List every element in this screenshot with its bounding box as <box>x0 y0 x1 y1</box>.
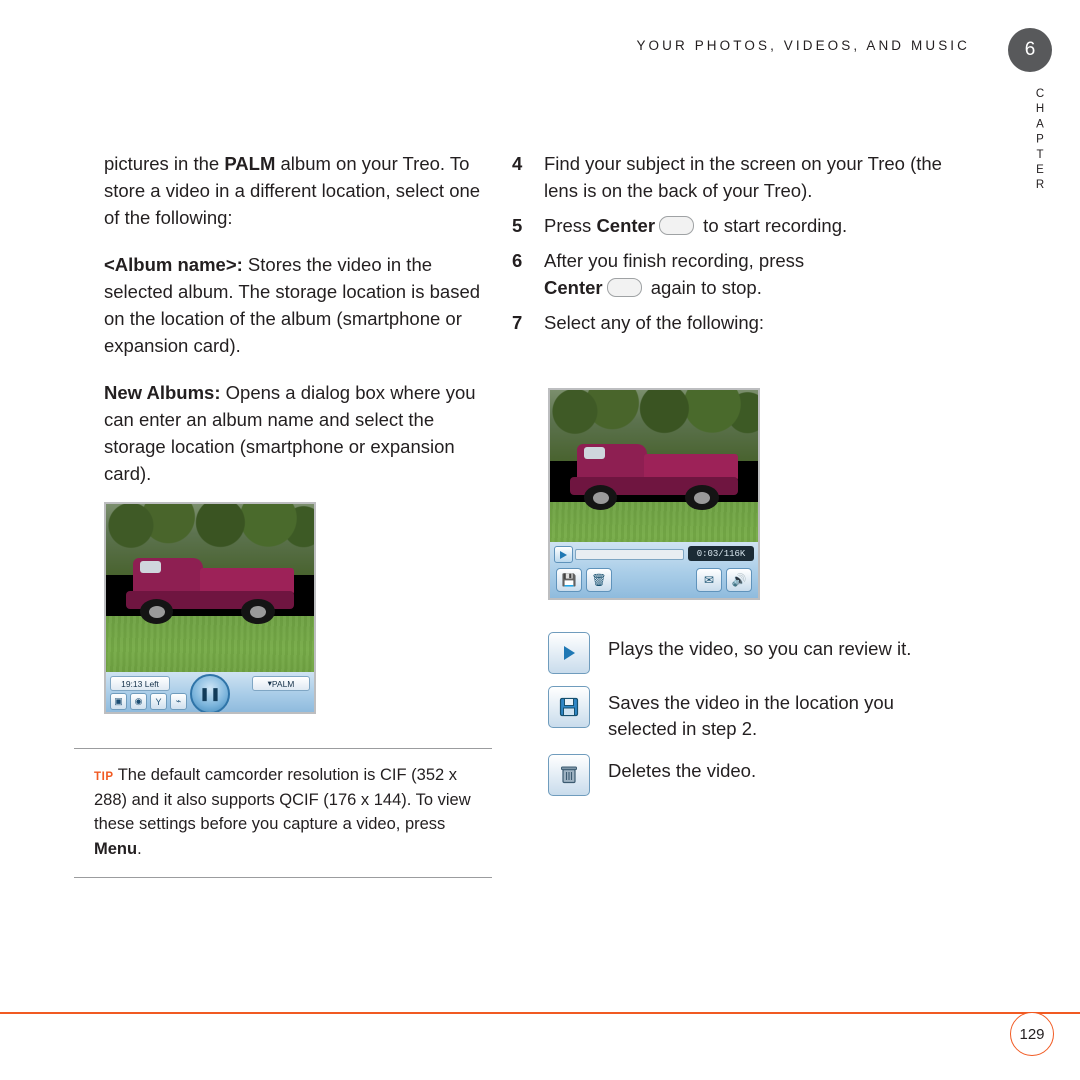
album-chip-label: PALM <box>271 678 295 689</box>
step-4: 4 Find your subject in the screen on you… <box>512 150 942 204</box>
running-head: YOUR PHOTOS, VIDEOS, AND MUSIC <box>636 38 970 53</box>
step-5-number: 5 <box>512 215 523 236</box>
tip-box: TIP The default camcorder resolution is C… <box>74 748 492 878</box>
album-name-term: <Album name>: <box>104 254 243 275</box>
step-5: 5 Press Center to start recording. <box>512 212 942 239</box>
step-4-text: Find your subject in the screen on your … <box>544 153 942 201</box>
tip-text-bold: Menu <box>94 839 138 858</box>
camcorder-control-bar: 19:13 Left ▾ PALM ▣ ◉ Y ⌁ ❚❚ <box>106 672 314 712</box>
legend-delete: Deletes the video. <box>548 754 940 796</box>
paragraph-album-name: <Album name>: Stores the video in the se… <box>104 251 499 359</box>
truck-cab-2 <box>577 444 647 481</box>
network-icon[interactable]: Y <box>150 693 167 710</box>
right-text-column: 4 Find your subject in the screen on you… <box>512 150 942 344</box>
step-6-number: 6 <box>512 250 523 271</box>
truck-wheel-rear <box>241 599 275 625</box>
step-6-pre: After you finish recording, press <box>544 250 805 271</box>
play-icon[interactable] <box>554 546 573 563</box>
icon-legend-list: Plays the video, so you can review it. S… <box>548 632 940 808</box>
paragraph-new-albums: New Albums: Opens a dialog box where you… <box>104 379 499 487</box>
para1-bold: PALM <box>224 153 276 174</box>
legend-save-text: Saves the video in the location you sele… <box>608 692 894 739</box>
step-5-pre: Press <box>544 215 597 236</box>
record-button[interactable]: ❚❚ <box>190 674 230 712</box>
chapter-number-badge: 6 <box>1008 28 1052 72</box>
legend-save: Saves the video in the location you sele… <box>548 686 940 742</box>
progress-track[interactable] <box>575 549 684 560</box>
album-select-chip[interactable]: ▾ PALM <box>252 676 310 691</box>
tip-text-post: . <box>137 839 142 858</box>
playback-control-bar: 0:03/116K 💾 🗑 ✉ 🔊 <box>550 542 758 598</box>
truck-subject-2 <box>567 444 742 511</box>
truck-wheel-front <box>140 599 174 625</box>
page-number: 129 <box>1010 1012 1054 1056</box>
legend-play: Plays the video, so you can review it. <box>548 632 940 674</box>
save-disk-glyph <box>559 697 579 717</box>
legend-delete-text: Deletes the video. <box>608 760 757 781</box>
camera-icon[interactable]: ◉ <box>130 693 147 710</box>
step-5-post: to start recording. <box>698 215 848 236</box>
truck-wheel-front-2 <box>584 485 618 511</box>
step-6-text: After you finish recording, press Center… <box>544 247 804 301</box>
time-remaining-chip: 19:13 Left <box>110 676 170 691</box>
tip-label: TIP <box>94 771 114 783</box>
step-6-post: again to stop. <box>645 277 762 298</box>
step-4-number: 4 <box>512 153 523 174</box>
save-disk-icon[interactable] <box>548 686 590 728</box>
video-playback-screenshot: 0:03/116K 💾 🗑 ✉ 🔊 <box>548 388 760 600</box>
time-size-counter: 0:03/116K <box>688 546 754 561</box>
step-6: 6 After you finish recording, press Cent… <box>512 247 942 301</box>
step-6-bold: Center <box>544 277 603 298</box>
para1-pre: pictures in the <box>104 153 225 174</box>
truck-window-2 <box>584 446 606 460</box>
video-icon[interactable]: ▣ <box>110 693 127 710</box>
play-icon[interactable] <box>548 632 590 674</box>
truck-window <box>140 560 162 574</box>
step-7-number: 7 <box>512 312 523 333</box>
truck-wheel-rear-2 <box>685 485 719 511</box>
left-text-column: pictures in the PALM album on your Treo.… <box>104 150 499 487</box>
step-7: 7 Select any of the following: <box>512 309 942 336</box>
legend-play-text: Plays the video, so you can review it. <box>608 638 912 659</box>
play-triangle-icon <box>560 550 567 559</box>
step-7-text: Select any of the following: <box>544 312 765 333</box>
trash-icon[interactable] <box>548 754 590 796</box>
tip-text-pre: The default camcorder resolution is CIF … <box>94 766 471 833</box>
play-triangle-icon <box>563 646 575 660</box>
truck-cab <box>133 558 203 595</box>
paragraph-pictures: pictures in the PALM album on your Treo.… <box>104 150 499 231</box>
new-albums-term: New Albums: <box>104 382 221 403</box>
footer-rule <box>0 1012 1080 1014</box>
center-button-glyph <box>659 215 695 235</box>
speaker-icon[interactable]: 🔊 <box>726 568 752 592</box>
step-5-bold: Center <box>596 215 656 236</box>
mail-icon[interactable]: ✉ <box>696 568 722 592</box>
center-button-glyph-2 <box>606 277 642 297</box>
camcorder-screenshot: 19:13 Left ▾ PALM ▣ ◉ Y ⌁ ❚❚ <box>104 502 316 714</box>
step-5-text: Press Center to start recording. <box>544 212 847 239</box>
trash-glyph <box>561 766 577 784</box>
chapter-label-vertical: CHAPTER <box>1034 88 1046 195</box>
truck-subject <box>123 558 298 625</box>
save-disk-icon[interactable]: 💾 <box>556 568 582 592</box>
trash-icon[interactable]: 🗑 <box>586 568 612 592</box>
signal-icon[interactable]: ⌁ <box>170 693 187 710</box>
